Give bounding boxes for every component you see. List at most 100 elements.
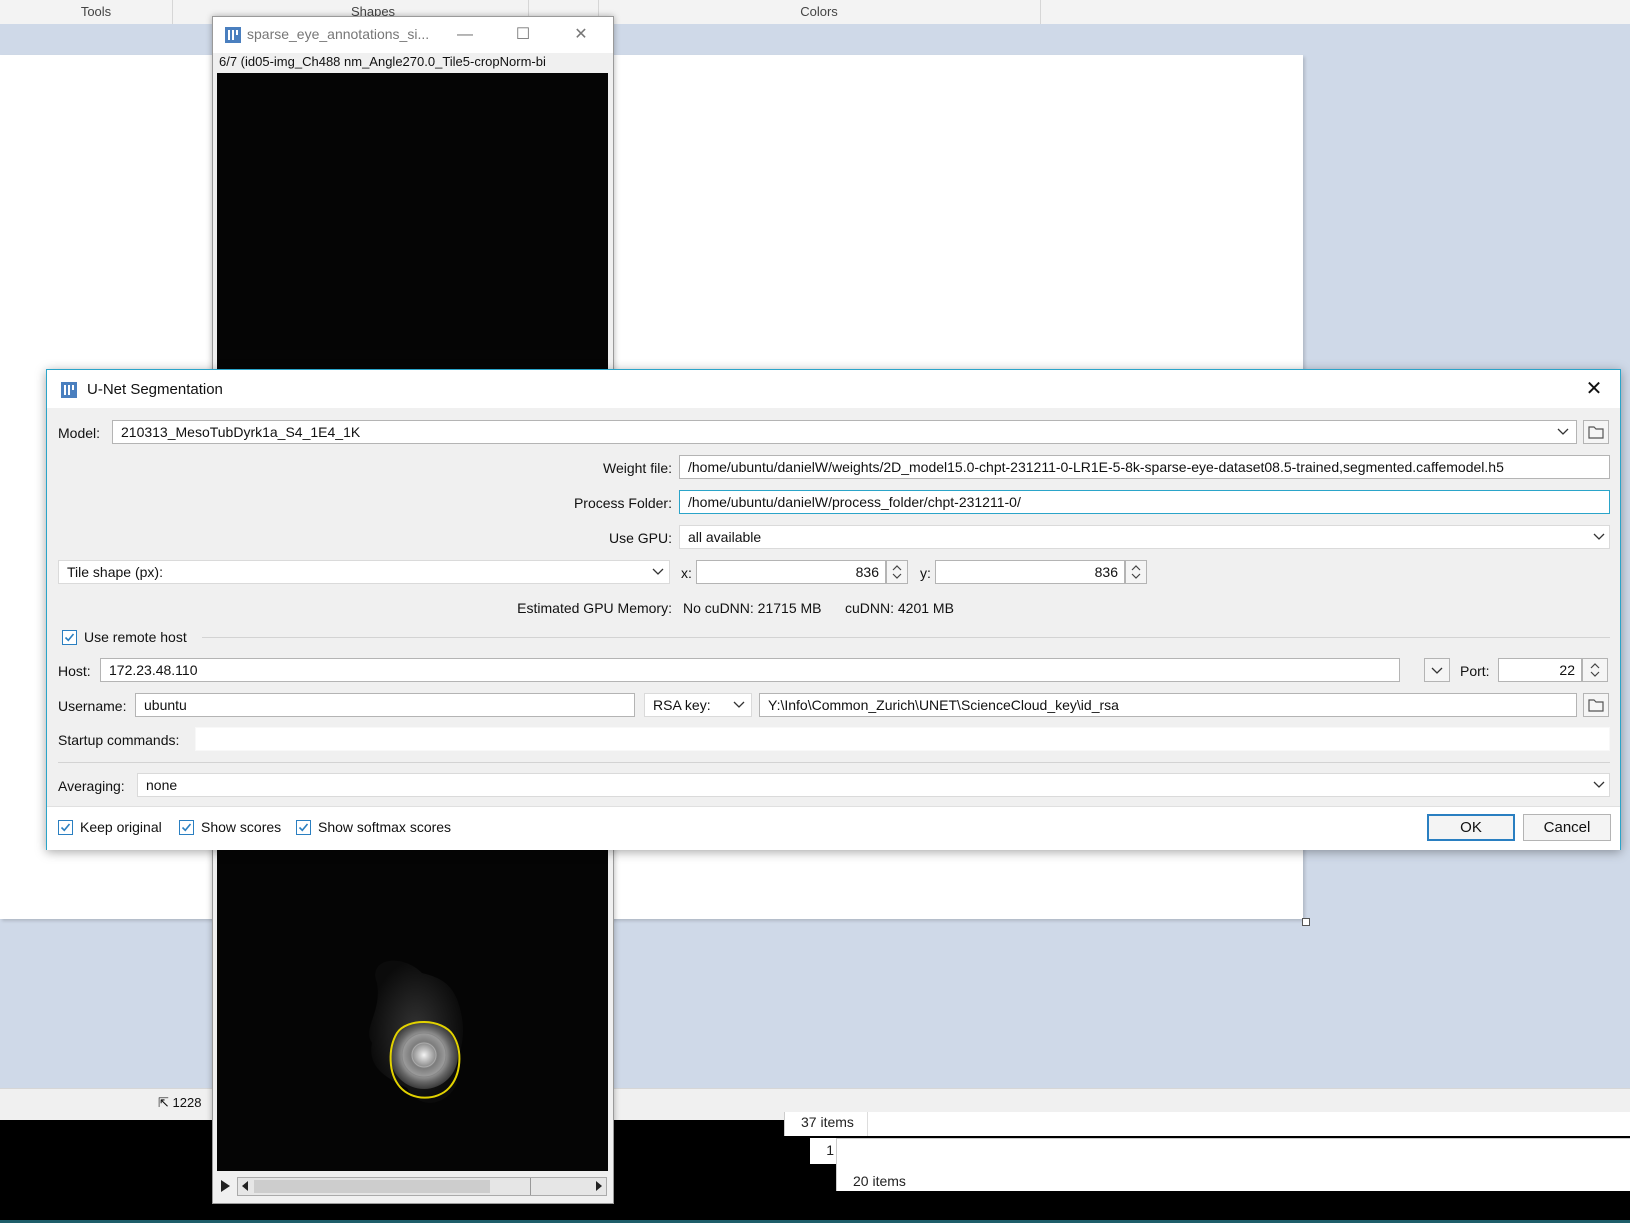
host-value: 172.23.48.110 [109, 662, 198, 678]
model-select[interactable]: 210313_MesoTubDyrk1a_S4_1E4_1K [112, 420, 1577, 444]
ribbon-group-colors[interactable]: Colors [598, 0, 1041, 24]
port-field[interactable]: 22 [1498, 658, 1582, 682]
port-value: 22 [1559, 662, 1575, 678]
folder-icon [1588, 426, 1604, 439]
explorer-status-pane-2: 20 items [836, 1138, 1630, 1191]
maximize-button[interactable]: ☐ [503, 21, 543, 49]
tile-shape-select[interactable]: Tile shape (px): [58, 560, 670, 584]
tile-y-label: y: [920, 565, 931, 581]
chevron-down-icon [1431, 667, 1443, 674]
dialog-titlebar[interactable]: U-Net Segmentation ✕ [47, 370, 1620, 408]
tile-x-spinner[interactable] [886, 560, 908, 584]
tile-x-field[interactable]: 836 [696, 560, 886, 584]
checkmark-icon [181, 823, 192, 832]
show-softmax-checkbox[interactable] [296, 820, 311, 835]
folder-icon [1588, 699, 1604, 712]
canvas-resize-handle[interactable] [1302, 918, 1310, 926]
scroll-track[interactable] [254, 1180, 490, 1193]
chevron-down-icon[interactable] [1557, 427, 1569, 437]
host-label: Host: [58, 663, 91, 679]
key-folder-button[interactable] [1583, 693, 1609, 717]
tile-x-label: x: [681, 565, 692, 581]
show-scores-label: Show scores [201, 819, 282, 835]
image-window-title: sparse_eye_annotations_si... [247, 26, 430, 42]
averaging-label: Averaging: [58, 778, 125, 794]
use-remote-host-checkbox[interactable] [62, 630, 77, 645]
keep-original-checkbox[interactable] [58, 820, 73, 835]
gpu-memory-label: Estimated GPU Memory: [517, 600, 672, 616]
image-info-line: 6/7 (id05-img_Ch488 nm_Angle270.0_Tile5-… [219, 54, 546, 69]
spinner-icon [1131, 565, 1141, 579]
tile-y-field[interactable]: 836 [935, 560, 1125, 584]
explorer-item-count-2: 20 items [853, 1173, 906, 1189]
process-folder-field[interactable]: /home/ubuntu/danielW/process_folder/chpt… [679, 490, 1610, 514]
section-divider [202, 637, 1610, 638]
close-button[interactable]: ✕ [561, 21, 601, 49]
explorer-row-number-cell: 1 [810, 1138, 836, 1164]
model-select-value: 210313_MesoTubDyrk1a_S4_1E4_1K [121, 424, 361, 440]
key-type-value: RSA key: [653, 697, 711, 713]
host-dropdown-button[interactable] [1424, 658, 1450, 682]
play-icon[interactable] [221, 1180, 230, 1192]
gpu-memory-no-cudnn: No cuDNN: 21715 MB [683, 600, 822, 616]
imagej-app-icon [61, 382, 77, 398]
section-divider [58, 762, 1610, 763]
dialog-button-bar [47, 806, 1620, 850]
scroll-thumb-edge [530, 1178, 531, 1195]
use-remote-host-label: Use remote host [84, 629, 187, 645]
imagej-app-icon [225, 27, 241, 43]
stack-controls [213, 1174, 613, 1200]
username-field[interactable]: ubuntu [135, 693, 635, 717]
explorer-status-pane: 37 items [784, 1112, 1630, 1136]
chevron-down-icon[interactable] [1593, 532, 1605, 542]
averaging-value: none [146, 777, 178, 793]
checkmark-icon [64, 633, 75, 642]
scroll-right-icon[interactable] [596, 1181, 602, 1191]
close-icon[interactable]: ✕ [1580, 376, 1608, 402]
chevron-down-icon[interactable] [652, 567, 664, 577]
use-gpu-select[interactable]: all available [679, 525, 1610, 549]
tile-y-value: 836 [1094, 564, 1118, 580]
weight-file-label: Weight file: [603, 460, 672, 476]
ribbon-divider [172, 0, 173, 24]
explorer-item-count: 37 items [801, 1114, 854, 1130]
gpu-memory-cudnn: cuDNN: 4201 MB [845, 600, 954, 616]
image-window-titlebar[interactable]: sparse_eye_annotations_si... — ☐ ✕ [213, 17, 613, 53]
startup-commands-field[interactable] [195, 727, 1610, 751]
eye-structure [390, 1021, 458, 1089]
canvas-size-text: 1228 [172, 1095, 202, 1110]
host-field[interactable]: 172.23.48.110 [100, 658, 1400, 682]
port-label: Port: [1460, 663, 1490, 679]
averaging-select[interactable]: none [137, 773, 1610, 797]
tile-shape-mode: Tile shape (px): [67, 564, 163, 580]
checkmark-icon [60, 823, 71, 832]
dialog-title: U-Net Segmentation [87, 381, 223, 398]
scroll-left-icon[interactable] [242, 1181, 248, 1191]
cancel-button[interactable]: Cancel [1523, 814, 1611, 841]
weight-file-field[interactable]: /home/ubuntu/danielW/weights/2D_model15.… [679, 455, 1610, 479]
chevron-down-icon[interactable] [733, 700, 745, 710]
ok-button[interactable]: OK [1427, 814, 1515, 841]
minimize-button[interactable]: — [445, 21, 485, 49]
slice-scrollbar[interactable] [237, 1177, 607, 1196]
username-value: ubuntu [144, 697, 187, 713]
chevron-down-icon[interactable] [1593, 780, 1605, 790]
canvas-size-indicator: ⇱ 1228 [158, 1095, 201, 1111]
process-folder-label: Process Folder: [573, 495, 672, 511]
ribbon-group-tools[interactable]: Tools [20, 0, 173, 24]
unet-segmentation-dialog: U-Net Segmentation ✕ Model: 210313_MesoT… [46, 369, 1621, 850]
show-scores-checkbox[interactable] [179, 820, 194, 835]
key-path-field[interactable]: Y:\Info\Common_Zurich\UNET\ScienceCloud_… [759, 693, 1577, 717]
explorer-row-number: 1 [826, 1142, 834, 1158]
keep-original-label: Keep original [80, 819, 162, 835]
show-softmax-label: Show softmax scores [318, 819, 452, 835]
startup-commands-label: Startup commands: [58, 732, 180, 748]
model-folder-button[interactable] [1583, 420, 1609, 444]
port-spinner[interactable] [1582, 658, 1608, 682]
model-label: Model: [58, 425, 101, 441]
checkmark-icon [298, 823, 309, 832]
spinner-icon [892, 565, 902, 579]
divider [867, 1112, 868, 1136]
tile-y-spinner[interactable] [1125, 560, 1147, 584]
process-folder-value: /home/ubuntu/danielW/process_folder/chpt… [688, 494, 1021, 510]
